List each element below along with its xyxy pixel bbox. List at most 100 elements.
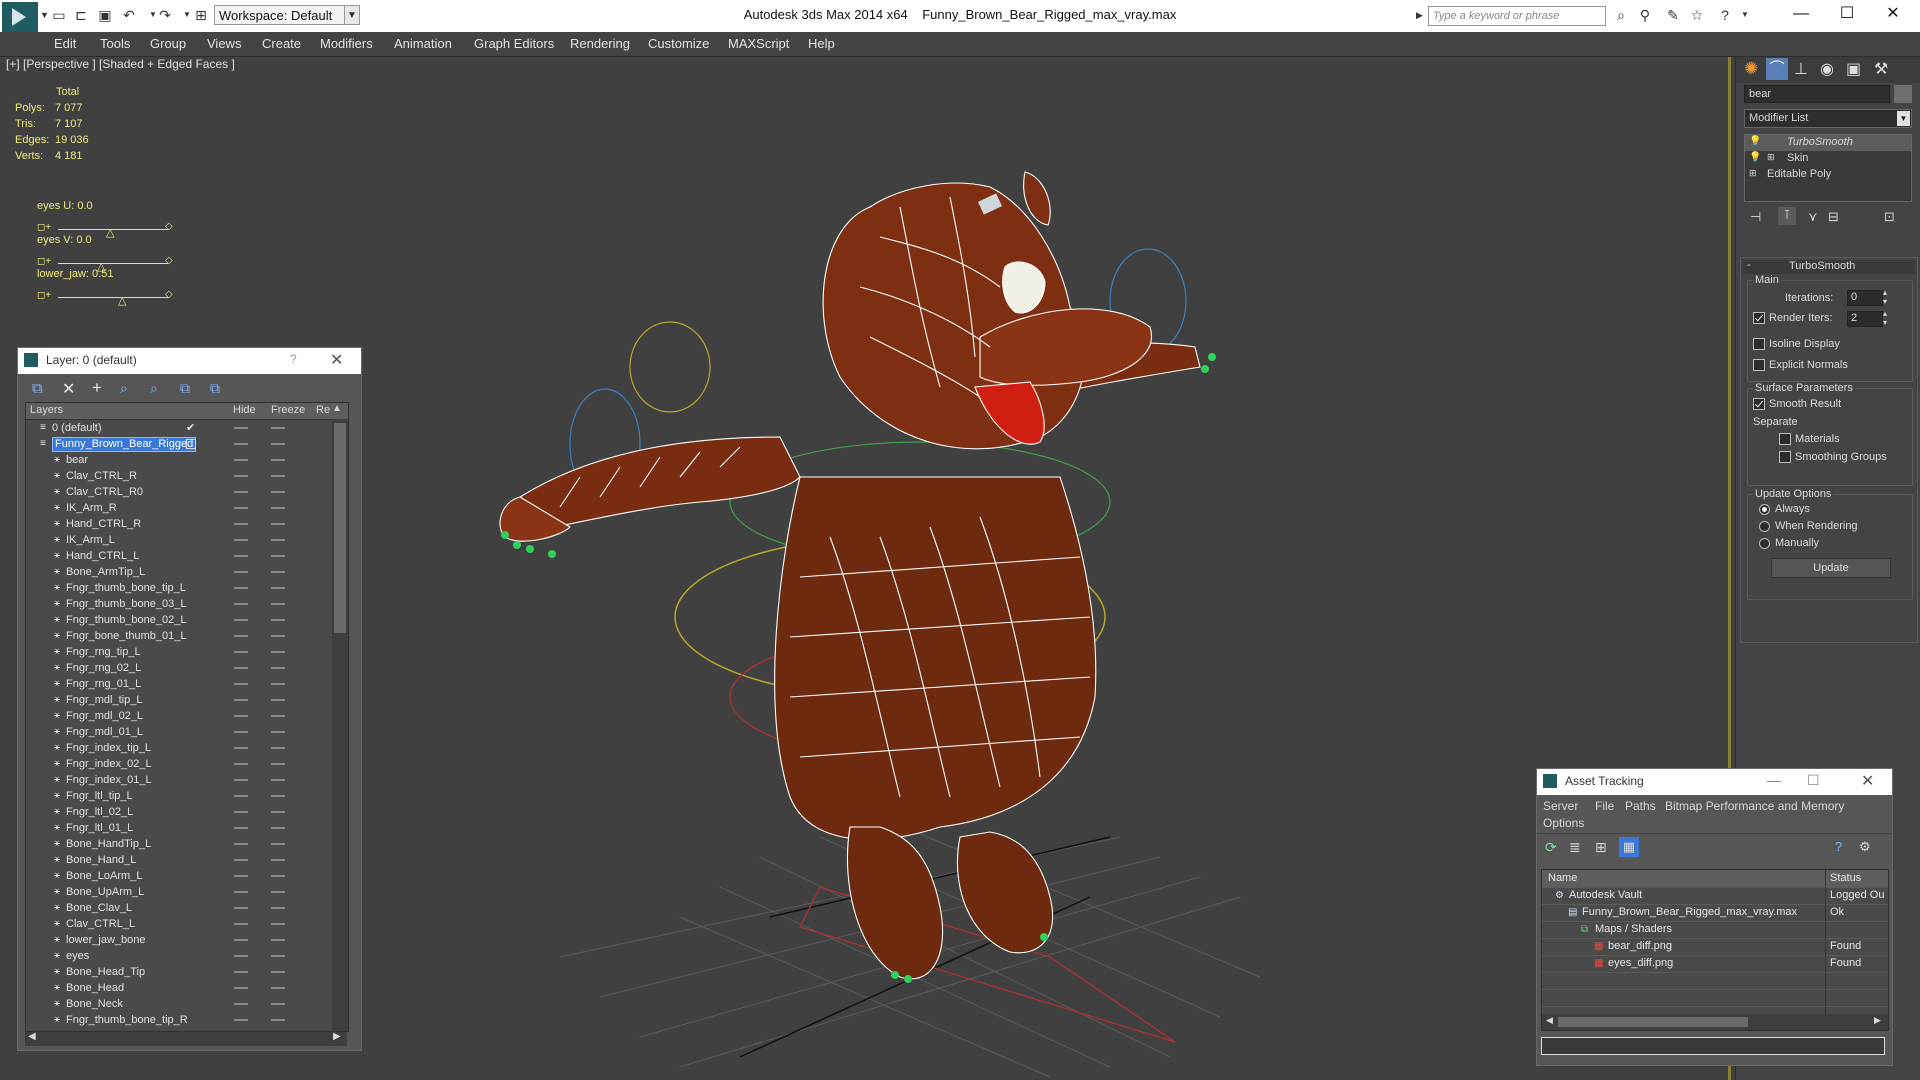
hide-toggle[interactable] bbox=[234, 523, 248, 525]
freeze-toggle[interactable] bbox=[271, 939, 285, 941]
modifier-stack[interactable]: 💡 TurboSmooth 💡 ⊞ Skin ⊞ Editable Poly bbox=[1744, 134, 1912, 202]
show-end-result-icon[interactable]: ⊺ bbox=[1778, 207, 1796, 225]
freeze-toggle[interactable] bbox=[271, 843, 285, 845]
layer-object-row[interactable]: ⚹ Bone_UpArm_L bbox=[26, 884, 348, 900]
menu-file[interactable]: File bbox=[1595, 799, 1614, 813]
freeze-toggle[interactable] bbox=[271, 923, 285, 925]
hide-toggle[interactable] bbox=[234, 427, 248, 429]
freeze-toggle[interactable] bbox=[271, 587, 285, 589]
menu-help[interactable]: Help bbox=[808, 36, 835, 51]
hide-toggle[interactable] bbox=[234, 587, 248, 589]
freeze-toggle[interactable] bbox=[271, 459, 285, 461]
isoline-display-checkbox[interactable] bbox=[1753, 338, 1765, 350]
menu-server[interactable]: Server bbox=[1543, 799, 1578, 813]
layer-object-row[interactable]: ⚹ lower_jaw_bone bbox=[26, 932, 348, 948]
layer-row[interactable]: ≡ 0 (default) ✔ bbox=[26, 420, 348, 436]
freeze-toggle[interactable] bbox=[271, 443, 285, 445]
freeze-toggle[interactable] bbox=[271, 859, 285, 861]
freeze-toggle[interactable] bbox=[271, 651, 285, 653]
vertical-scrollbar[interactable] bbox=[332, 419, 348, 1031]
always-radio[interactable] bbox=[1759, 504, 1770, 515]
layer-object-row[interactable]: ⚹ Bone_Head bbox=[26, 980, 348, 996]
hide-toggle[interactable] bbox=[234, 763, 248, 765]
freeze-toggle[interactable] bbox=[271, 571, 285, 573]
when-rendering-radio[interactable] bbox=[1759, 521, 1770, 532]
delete-layer-icon[interactable]: ✕ bbox=[62, 379, 75, 399]
grid-view-icon[interactable]: ▦ bbox=[1619, 837, 1639, 857]
maximize-button[interactable]: ☐ bbox=[1824, 0, 1870, 32]
asset-window-titlebar[interactable]: Asset Tracking — ☐ ✕ bbox=[1537, 769, 1892, 795]
hide-toggle[interactable] bbox=[234, 747, 248, 749]
make-unique-icon[interactable]: ⋎ bbox=[1808, 209, 1818, 225]
hide-toggle[interactable] bbox=[234, 443, 248, 445]
close-button[interactable]: ✕ bbox=[330, 350, 343, 370]
menu-tools[interactable]: Tools bbox=[100, 36, 130, 51]
scroll-right-icon[interactable]: ▶ bbox=[333, 1031, 341, 1042]
display-tab-icon[interactable]: ▣ bbox=[1846, 59, 1861, 79]
new-layer-icon[interactable]: ⧉ bbox=[32, 380, 43, 397]
freeze-toggle[interactable] bbox=[271, 715, 285, 717]
column-header-freeze[interactable]: Freeze bbox=[271, 404, 305, 416]
lightbulb-icon[interactable]: 💡 bbox=[1749, 152, 1761, 163]
menu-views[interactable]: Views bbox=[207, 36, 241, 51]
horizontal-scrollbar[interactable]: ◀ ▶ bbox=[25, 1031, 347, 1046]
help-icon[interactable]: ? bbox=[1716, 6, 1734, 24]
refresh-icon[interactable]: ⟳ bbox=[1545, 839, 1557, 856]
freeze-toggle[interactable] bbox=[271, 475, 285, 477]
stack-item-turbosmooth[interactable]: 💡 TurboSmooth bbox=[1745, 135, 1911, 151]
search-icon[interactable]: ⚲ bbox=[1636, 6, 1654, 24]
spinner-icon[interactable]: ▴ ▾ bbox=[1883, 309, 1887, 327]
layer-object-row[interactable]: ⚹ Fngr_ltl_tip_L bbox=[26, 788, 348, 804]
layer-object-row[interactable]: ⚹ Clav_CTRL_R0 bbox=[26, 484, 348, 500]
asset-row[interactable]: ⧉ Maps / Shaders bbox=[1542, 921, 1888, 939]
freeze-toggle[interactable] bbox=[271, 987, 285, 989]
freeze-toggle[interactable] bbox=[271, 779, 285, 781]
expand-plus-icon[interactable]: ⊞ bbox=[1767, 152, 1775, 163]
asset-row[interactable]: ▦ bear_diff.png Found bbox=[1542, 938, 1888, 956]
scroll-up-icon[interactable]: ▲ bbox=[332, 403, 342, 414]
maximize-button[interactable]: ☐ bbox=[1807, 772, 1820, 789]
render-iters-checkbox[interactable] bbox=[1753, 312, 1765, 324]
collapse-minus-icon[interactable]: - bbox=[1747, 259, 1751, 271]
select-layer-icon[interactable]: ⌕ bbox=[150, 380, 158, 397]
asset-tracking-window[interactable]: Asset Tracking — ☐ ✕ Server File Paths B… bbox=[1536, 768, 1893, 1066]
freeze-toggle[interactable] bbox=[271, 619, 285, 621]
freeze-toggle[interactable] bbox=[271, 667, 285, 669]
freeze-toggle[interactable] bbox=[271, 523, 285, 525]
open-file-icon[interactable]: ⊏ bbox=[72, 6, 90, 24]
hide-toggle[interactable] bbox=[234, 667, 248, 669]
freeze-toggle[interactable] bbox=[271, 507, 285, 509]
object-color-swatch[interactable] bbox=[1894, 85, 1912, 103]
scrollbar-thumb[interactable] bbox=[1558, 1017, 1748, 1027]
hide-toggle[interactable] bbox=[234, 843, 248, 845]
materials-checkbox[interactable] bbox=[1779, 433, 1791, 445]
manually-radio[interactable] bbox=[1759, 538, 1770, 549]
menu-animation[interactable]: Animation bbox=[394, 36, 452, 51]
hide-toggle[interactable] bbox=[234, 795, 248, 797]
menu-bitmap-performance[interactable]: Bitmap Performance and Memory bbox=[1665, 799, 1844, 813]
hide-toggle[interactable] bbox=[234, 1019, 248, 1021]
freeze-toggle[interactable] bbox=[271, 491, 285, 493]
hide-toggle[interactable] bbox=[234, 1003, 248, 1005]
freeze-toggle[interactable] bbox=[271, 827, 285, 829]
column-header-render[interactable]: Re bbox=[316, 404, 330, 416]
menu-options[interactable]: Options bbox=[1543, 816, 1584, 830]
column-header-layers[interactable]: Layers bbox=[30, 404, 63, 416]
layer-window-titlebar[interactable]: Layer: 0 (default) ? ✕ bbox=[18, 348, 361, 374]
scroll-left-icon[interactable]: ◀ bbox=[1546, 1015, 1553, 1026]
app-menu-arrow-icon[interactable]: ▼ bbox=[40, 10, 49, 20]
redo-icon[interactable]: ↷ bbox=[156, 6, 174, 24]
hide-toggle[interactable] bbox=[234, 635, 248, 637]
hide-toggle[interactable] bbox=[234, 859, 248, 861]
expand-plus-icon[interactable]: ⊞ bbox=[1749, 168, 1757, 179]
freeze-toggle[interactable] bbox=[271, 1003, 285, 1005]
help-dropdown-icon[interactable]: ▼ bbox=[1736, 6, 1754, 24]
chevron-down-icon[interactable]: ▼ bbox=[344, 5, 360, 25]
layer-object-row[interactable]: ⚹ Fngr_index_01_L bbox=[26, 772, 348, 788]
hide-toggle[interactable] bbox=[234, 827, 248, 829]
hide-toggle[interactable] bbox=[234, 539, 248, 541]
layer-object-row[interactable]: ⚹ Hand_CTRL_L bbox=[26, 548, 348, 564]
asset-row[interactable]: ▤ Funny_Brown_Bear_Rigged_max_vray.max Ok bbox=[1542, 904, 1888, 922]
menu-create[interactable]: Create bbox=[262, 36, 301, 51]
freeze-toggle[interactable] bbox=[271, 955, 285, 957]
